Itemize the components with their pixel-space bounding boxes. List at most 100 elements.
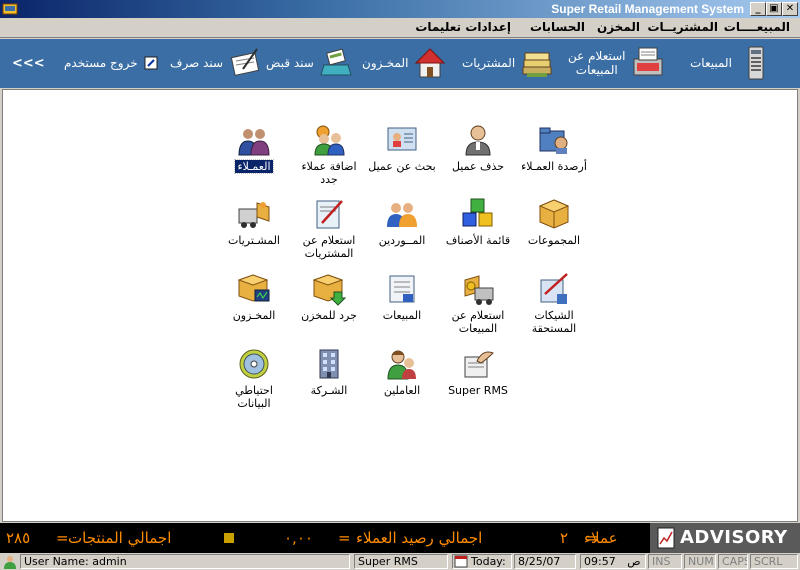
grid-item-groups[interactable]: المجموعات <box>511 197 597 247</box>
restore-button[interactable]: ▣ <box>766 2 782 16</box>
grid-item-label: اضافة عملاء جدد <box>301 160 357 186</box>
super-rms-icon <box>464 351 494 378</box>
status-user-label: User Name: <box>24 555 89 568</box>
company-icon <box>319 349 339 379</box>
toolbar-payment-button[interactable]: سند صرف <box>170 43 263 83</box>
status-app-pane: Super RMS <box>354 554 448 569</box>
status-time-pane: 09:57 ص <box>580 554 646 569</box>
calendar-icon <box>454 555 468 568</box>
grid-item-label: Super RMS <box>448 384 508 397</box>
status-ampm: ص <box>627 555 641 568</box>
grid-item-label: استعلام عن المبيعات <box>451 309 505 335</box>
summary-bar: عملاء = ٢ اجمالي رصيد العملاء = ٠,٠٠ اجم… <box>0 523 800 553</box>
toolbar-logout-label: خروج مستخدم <box>64 56 138 70</box>
backup-icon <box>239 349 269 379</box>
grid-item-purchases-inquiry[interactable]: استعلام عن المشتريات <box>286 197 372 260</box>
cash-register-icon <box>748 46 764 80</box>
status-date-pane: 8/25/07 <box>514 554 576 569</box>
grid-item-label: المشـتريات <box>228 234 280 247</box>
cash-tray-icon <box>320 48 352 76</box>
status-user-value: admin <box>92 555 127 568</box>
toolbar-logout-button[interactable]: خروج مستخدم <box>64 43 158 83</box>
menu-bar: المبيعــــات المشتريــات المخزن الحسابات… <box>0 18 800 38</box>
grid-item-label: أرصدة العمـلاء <box>521 160 587 173</box>
app-icon[interactable] <box>2 1 18 17</box>
grid-item-customers[interactable]: العمـلاء <box>211 123 297 174</box>
toolbar-receipt-button[interactable]: سند قبض <box>266 43 354 83</box>
customers-balance-label: اجمالي رصيد العملاء <box>356 529 483 547</box>
equals-sign: = <box>56 529 69 547</box>
toolbar-store-label: المخـزون <box>362 56 409 70</box>
grid-item-purchases[interactable]: المشـتريات <box>211 197 297 247</box>
products-total-value: ٢٨٥ <box>6 529 31 547</box>
house-icon <box>415 48 446 78</box>
toolbar-sales-button[interactable]: المبيعات <box>690 43 774 83</box>
grid-item-add-customers[interactable]: اضافة عملاء جدد <box>286 123 372 186</box>
grid-item-company[interactable]: الشـركة <box>286 347 372 397</box>
toolbar-sales-label: المبيعات <box>690 56 732 70</box>
customers-balance-value: ٠,٠٠ <box>284 529 313 547</box>
purchases-inquiry-icon <box>316 200 343 229</box>
app-window: Super Retail Management System _ ▣ ✕ الم… <box>0 0 800 570</box>
status-today-pane: Today: <box>452 554 512 569</box>
toolbar-sales-inquiry-label: استعلام عن المبيعات <box>568 49 626 77</box>
products-total-label: اجمالي المنتجات <box>68 529 172 547</box>
status-bar: User Name: admin Super RMS Today: 8/25/0… <box>0 553 800 570</box>
grid-item-inventory-count[interactable]: جرد للمخزن <box>286 272 372 322</box>
user-icon <box>4 556 16 569</box>
grid-item-label: جرد للمخزن <box>301 309 357 322</box>
grid-item-label: احتياطي البيانات <box>235 384 273 410</box>
toolbar-payment-label: سند صرف <box>170 56 224 70</box>
grid-item-delete-customer[interactable]: حذف عميل <box>435 123 521 173</box>
search-customer-icon <box>387 127 417 151</box>
grid-item-due-checks[interactable]: الشيكات المستحقة <box>511 272 597 335</box>
toolbar-purchases-button[interactable]: المشتريات <box>462 43 555 83</box>
status-ins-indicator: INS <box>648 554 682 569</box>
toolbar-sales-inquiry-button[interactable]: استعلام عن المبيعات <box>568 43 666 83</box>
title-bar[interactable]: Super Retail Management System _ ▣ ✕ <box>0 0 800 18</box>
menu-settings[interactable]: إعدادات <box>465 20 511 34</box>
grid-item-label: استعلام عن المشتريات <box>302 234 356 260</box>
grid-item-label: العمـلاء <box>234 159 274 174</box>
menu-help[interactable]: تعليمات <box>415 20 461 34</box>
toolbar-more-button[interactable]: <<< <box>12 56 45 71</box>
inventory-count-icon <box>312 274 346 306</box>
grid-item-store[interactable]: المخـزون <box>211 272 297 322</box>
grid-item-backup[interactable]: احتياطي البيانات <box>211 347 297 410</box>
employees-icon <box>387 350 416 380</box>
grid-item-label: المخـزون <box>232 309 276 322</box>
toolbar: المبيعات استعلام عن المبيعات المشتريات ا… <box>0 39 800 88</box>
grid-item-customer-balances[interactable]: أرصدة العمـلاء <box>511 123 597 173</box>
menu-store[interactable]: المخزن <box>597 20 640 34</box>
minimize-button[interactable]: _ <box>750 2 766 16</box>
advisory-logo-icon <box>657 527 675 549</box>
store-icon <box>237 274 270 302</box>
receipt-printer-icon <box>633 47 662 76</box>
brand-name: ADVISORY <box>680 527 788 548</box>
status-num-indicator: NUM <box>684 554 716 569</box>
grid-item-label: المجموعات <box>527 234 581 247</box>
status-caps-indicator: CAPS <box>718 554 748 569</box>
menu-sales[interactable]: المبيعــــات <box>724 20 790 34</box>
customers-count-value: ٢ <box>560 529 569 547</box>
grid-item-items-list[interactable]: قائمة الأصناف <box>435 197 521 247</box>
signed-document-icon <box>230 48 260 76</box>
customer-balances-icon <box>539 127 568 154</box>
equals-sign: = <box>338 529 351 547</box>
equals-sign: = <box>586 529 599 547</box>
logout-icon <box>144 56 158 70</box>
menu-accounts[interactable]: الحسابات <box>530 20 585 34</box>
toolbar-store-button[interactable]: المخـزون <box>362 43 448 83</box>
groups-icon <box>538 199 570 229</box>
grid-item-sales-inquiry[interactable]: استعلام عن المبيعات <box>435 272 521 335</box>
suppliers-icon <box>387 203 417 227</box>
close-button[interactable]: ✕ <box>782 2 798 16</box>
menu-purchases[interactable]: المشتريــات <box>647 20 718 34</box>
toolbar-purchases-label: المشتريات <box>462 56 516 70</box>
window-title: Super Retail Management System <box>551 2 744 16</box>
grid-item-label: قائمة الأصناف <box>445 234 511 247</box>
add-customers-icon <box>314 125 345 156</box>
grid-item-super-rms[interactable]: Super RMS <box>435 347 521 397</box>
main-panel: أرصدة العمـلاء حذف عميل بحث عن عميل اضاف… <box>2 89 798 522</box>
status-user-pane: User Name: admin <box>20 554 350 569</box>
